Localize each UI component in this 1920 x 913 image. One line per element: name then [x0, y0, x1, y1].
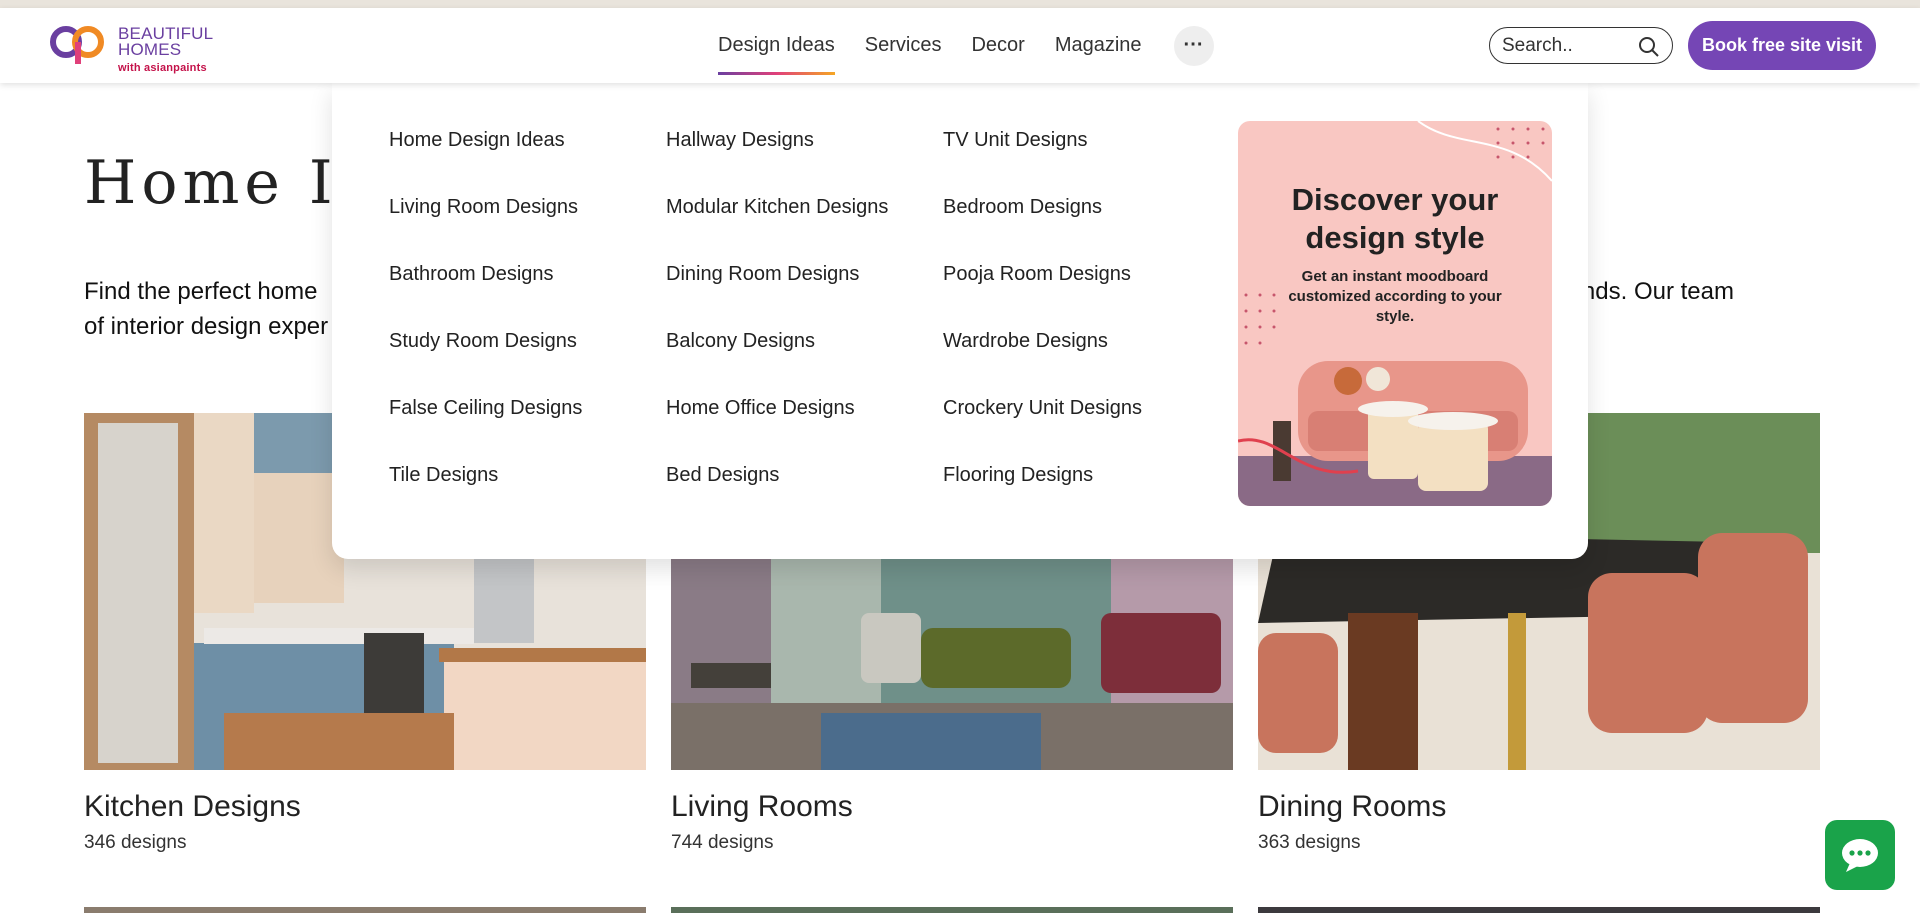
menu-wardrobe-designs[interactable]: Wardrobe Designs: [943, 330, 1142, 397]
promo-text: Get an instant moodboard customized acco…: [1288, 268, 1502, 325]
mega-column-3: TV Unit Designs Bedroom Designs Pooja Ro…: [943, 129, 1142, 531]
page-title: Home I: [84, 148, 338, 218]
top-strip: [0, 0, 1920, 8]
menu-tv-unit-designs[interactable]: TV Unit Designs: [943, 129, 1142, 196]
menu-home-design-ideas[interactable]: Home Design Ideas: [389, 129, 582, 196]
nav-design-ideas[interactable]: Design Ideas: [718, 8, 835, 83]
menu-tile-designs[interactable]: Tile Designs: [389, 464, 582, 531]
more-icon[interactable]: ···: [1173, 25, 1214, 66]
search-box[interactable]: [1489, 27, 1673, 64]
menu-bedroom-designs[interactable]: Bedroom Designs: [943, 196, 1142, 263]
promo-title: Discover your design style: [1291, 182, 1499, 255]
chat-button[interactable]: [1825, 820, 1895, 890]
nav-decor[interactable]: Decor: [971, 8, 1024, 83]
menu-false-ceiling-designs[interactable]: False Ceiling Designs: [389, 397, 582, 464]
brand-logo[interactable]: BEAUTIFUL HOMES with asianpaints: [48, 18, 228, 74]
card-count: 346 designs: [84, 832, 187, 853]
nav-magazine[interactable]: Magazine: [1055, 8, 1142, 83]
mega-column-2: Hallway Designs Modular Kitchen Designs …: [666, 129, 888, 531]
menu-bathroom-designs[interactable]: Bathroom Designs: [389, 263, 582, 330]
design-ideas-mega-menu: Home Design Ideas Living Room Designs Ba…: [332, 83, 1588, 559]
menu-flooring-designs[interactable]: Flooring Designs: [943, 464, 1142, 531]
menu-crockery-unit-designs[interactable]: Crockery Unit Designs: [943, 397, 1142, 464]
menu-hallway-designs[interactable]: Hallway Designs: [666, 129, 888, 196]
card-count: 744 designs: [671, 832, 774, 853]
search-input[interactable]: [1502, 34, 1632, 57]
menu-study-room-designs[interactable]: Study Room Designs: [389, 330, 582, 397]
menu-balcony-designs[interactable]: Balcony Designs: [666, 330, 888, 397]
card-row2-image: [84, 907, 646, 913]
card-title[interactable]: Kitchen Designs: [84, 790, 646, 824]
menu-modular-kitchen-designs[interactable]: Modular Kitchen Designs: [666, 196, 888, 263]
card-count: 363 designs: [1258, 832, 1361, 853]
brand-line2: HOMES: [118, 40, 182, 59]
intro-line2: of interior design exper: [84, 313, 329, 340]
menu-pooja-room-designs[interactable]: Pooja Room Designs: [943, 263, 1142, 330]
card-title[interactable]: Living Rooms: [671, 790, 1233, 824]
card-title[interactable]: Dining Rooms: [1258, 790, 1820, 824]
search-icon[interactable]: [1638, 36, 1660, 58]
promo-banner[interactable]: Discover your design style Get an instan…: [1238, 121, 1552, 506]
site-header: BEAUTIFUL HOMES with asianpaints Design …: [0, 8, 1920, 83]
menu-home-office-designs[interactable]: Home Office Designs: [666, 397, 888, 464]
chat-icon: [1842, 839, 1878, 872]
card-row2-image: [671, 907, 1233, 913]
nav-services[interactable]: Services: [865, 8, 942, 83]
card-row2-image: [1258, 907, 1820, 913]
logo-mark-icon: [50, 26, 104, 64]
brand-sub: with asianpaints: [118, 62, 207, 74]
main-nav: Design Ideas Services Decor Magazine ···: [718, 8, 1214, 83]
menu-living-room-designs[interactable]: Living Room Designs: [389, 196, 582, 263]
book-site-visit-button[interactable]: Book free site visit: [1688, 21, 1876, 70]
logo-text: BEAUTIFUL HOMES with asianpaints: [118, 25, 213, 76]
menu-dining-room-designs[interactable]: Dining Room Designs: [666, 263, 888, 330]
intro-line1-left: Find the perfect home: [84, 278, 318, 305]
menu-bed-designs[interactable]: Bed Designs: [666, 464, 888, 531]
mega-column-1: Home Design Ideas Living Room Designs Ba…: [389, 129, 582, 531]
